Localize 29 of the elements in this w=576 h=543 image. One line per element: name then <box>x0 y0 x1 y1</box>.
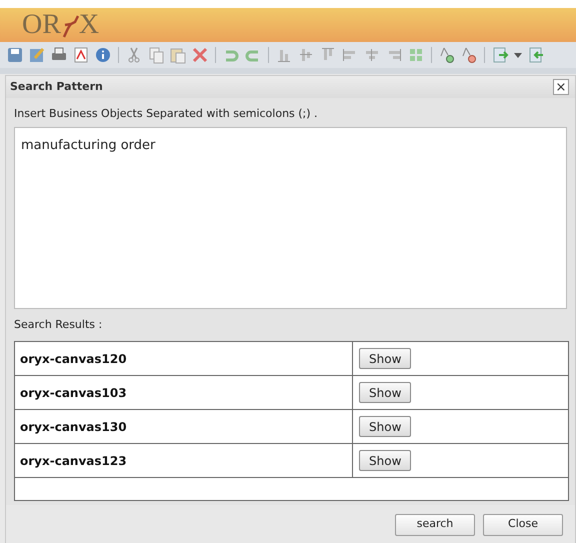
show-button[interactable]: Show <box>359 416 412 437</box>
align-center-icon[interactable] <box>363 46 381 64</box>
logo-text: X <box>78 11 100 39</box>
instruction-text: Insert Business Objects Separated with semicolons (;) . <box>14 106 319 122</box>
show-button[interactable]: Show <box>359 348 412 369</box>
show-button[interactable]: Show <box>359 450 412 471</box>
delete-icon[interactable] <box>191 46 209 64</box>
group-icon[interactable] <box>407 46 425 64</box>
copy-icon[interactable] <box>147 46 165 64</box>
results-label: Search Results : <box>14 316 104 332</box>
pdf-icon[interactable] <box>72 46 90 64</box>
logo-text: OR <box>22 11 61 39</box>
info-icon[interactable] <box>94 46 112 64</box>
dialog-title: Search Pattern <box>10 78 103 95</box>
close-button[interactable]: × <box>553 79 569 95</box>
dialog-button[interactable]: Close <box>483 514 563 536</box>
edit-icon[interactable] <box>28 46 46 64</box>
result-name: oryx-canvas130 <box>20 418 127 436</box>
result-name: oryx-canvas123 <box>20 452 127 470</box>
show-button[interactable]: Show <box>359 382 412 403</box>
paste-icon[interactable] <box>169 46 187 64</box>
result-name: oryx-canvas103 <box>20 384 127 402</box>
dialog-button[interactable]: search <box>395 514 475 536</box>
remove-node-icon[interactable] <box>460 46 478 64</box>
query-field[interactable]: manufacturing order <box>14 126 567 308</box>
save-icon[interactable] <box>6 46 24 64</box>
align-middle-icon[interactable] <box>297 46 315 64</box>
add-node-icon[interactable] <box>438 46 456 64</box>
result-name: oryx-canvas120 <box>20 350 127 368</box>
